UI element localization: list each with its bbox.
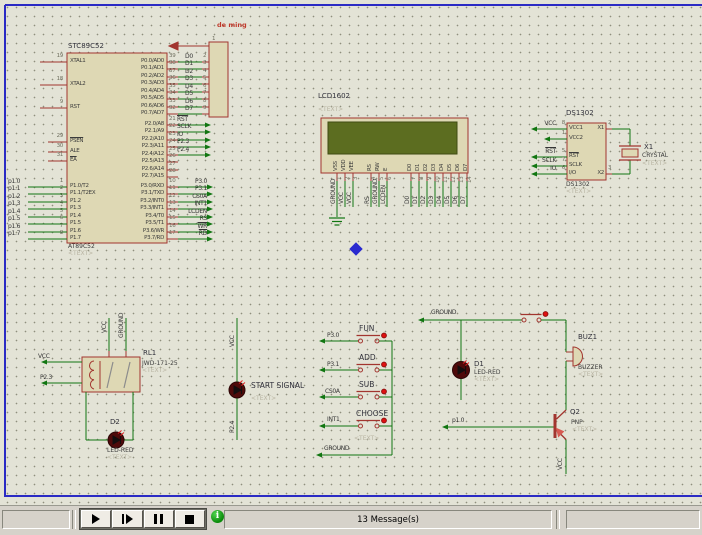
status-divider-1 (72, 510, 76, 529)
status-panel-left (2, 510, 70, 529)
q2-base-bar[interactable] (554, 414, 557, 438)
arr-fun (319, 339, 325, 344)
crystal-body[interactable] (622, 149, 638, 157)
btn-sub-c1[interactable] (359, 395, 363, 399)
ds-body[interactable] (567, 123, 606, 180)
connector-body[interactable] (209, 42, 228, 117)
arr-ds-rst (531, 155, 537, 160)
btn-buz-c1[interactable] (522, 318, 526, 322)
schematic-canvas[interactable]: STC89C52AT89C52<TEXT>de mingXTAL1XTAL2RS… (0, 0, 702, 505)
arr-sclk (205, 130, 211, 135)
arr-rd (207, 237, 213, 242)
arr-rl-a (41, 360, 47, 365)
arr-p30 (207, 185, 213, 190)
status-panel-right (566, 510, 700, 529)
arr-wr (207, 230, 213, 235)
arr-p24 (205, 153, 211, 158)
arr-io (205, 138, 211, 143)
btn-fun-c1[interactable] (359, 339, 363, 343)
btn-choose-c1[interactable] (359, 424, 363, 428)
btn-sub-c2[interactable] (375, 395, 379, 399)
arr-buz-gnd (418, 318, 424, 323)
arr-sub (319, 395, 325, 400)
status-message-panel: 13 Message(s) (224, 510, 552, 529)
simulation-controls (79, 508, 207, 530)
arr-ds-sclk (531, 164, 537, 169)
stop-icon (185, 515, 194, 524)
arr-p31 (207, 192, 213, 197)
arr-lcden (207, 215, 213, 220)
stop-button[interactable] (175, 510, 205, 528)
conn-arrow-icon (169, 42, 178, 50)
arr-btn-gnd (316, 453, 322, 458)
info-icon: i (211, 510, 224, 523)
status-divider-2 (556, 510, 560, 529)
btn-add-c1[interactable] (359, 368, 363, 372)
arr-q2-base (442, 425, 448, 430)
status-message: 13 Message(s) (357, 515, 419, 525)
q2-collector[interactable] (557, 410, 567, 419)
play-icon (92, 514, 100, 524)
arr-ds-vcc1 (531, 127, 537, 132)
arr-ds-io (531, 172, 537, 177)
step-button[interactable] (112, 510, 142, 528)
schematic-drawing (0, 0, 702, 505)
buzzer-body[interactable] (573, 347, 583, 366)
origin-marker-icon (350, 243, 362, 255)
play-button[interactable] (81, 510, 111, 528)
status-bar: i 13 Message(s) (0, 505, 702, 535)
btn-choose-dot[interactable] (382, 418, 387, 423)
arr-p23 (205, 145, 211, 150)
arr-cs0a (207, 200, 213, 205)
arr-choose (319, 424, 325, 429)
arr-add (319, 368, 325, 373)
btn-fun-dot[interactable] (382, 333, 387, 338)
btn-add-dot[interactable] (382, 362, 387, 367)
btn-buz-dot[interactable] (543, 312, 548, 317)
btn-choose-c2[interactable] (375, 424, 379, 428)
pause-button[interactable] (144, 510, 174, 528)
btn-buz-c2[interactable] (537, 318, 541, 322)
pause-icon (154, 514, 163, 524)
step-icon (122, 514, 133, 524)
btn-fun-c2[interactable] (375, 339, 379, 343)
btn-sub-dot[interactable] (382, 389, 387, 394)
arr-ds-vcc2 (544, 137, 550, 142)
arr-rl-b (41, 381, 47, 386)
arr-rs (207, 222, 213, 227)
arr-int1 (207, 207, 213, 212)
lcd-screen[interactable] (328, 122, 457, 154)
btn-add-c2[interactable] (375, 368, 379, 372)
mcu-body[interactable] (67, 53, 167, 243)
arr-rst (205, 123, 211, 128)
